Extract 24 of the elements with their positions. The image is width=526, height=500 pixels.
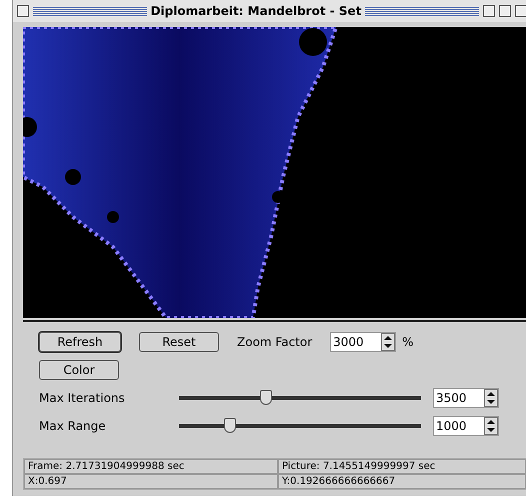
zoom-label: Zoom Factor (237, 335, 312, 349)
help-button[interactable] (483, 5, 495, 17)
zoom-spinbox[interactable]: 3000 (330, 332, 396, 352)
status-text: Y:0.192666666666667 (278, 474, 526, 489)
shade-button[interactable] (515, 5, 526, 17)
slider-label: Max Range (39, 419, 107, 433)
spin-arrows-icon[interactable] (381, 333, 396, 351)
value-spinbox[interactable]: 1000 (433, 416, 499, 436)
window-title: Diplomarbeit: Mandelbrot - Set (150, 4, 362, 18)
status-text: Picture: 7.1455149999997 sec (278, 459, 526, 474)
slider-thumb[interactable] (260, 390, 272, 405)
value-spinbox[interactable]: 3500 (433, 388, 499, 408)
slider-thumb[interactable] (224, 418, 236, 433)
refresh-button[interactable]: Refresh (39, 332, 121, 352)
reset-button[interactable]: Reset (139, 332, 219, 352)
unit-label: % (402, 335, 414, 349)
status-text: X:0.697 (24, 474, 278, 489)
slider-label: Max Iterations (39, 391, 126, 405)
spin-arrows-icon[interactable] (484, 389, 498, 407)
status-text: Frame: 2.71731904999988 sec (24, 459, 278, 474)
color-button[interactable]: Color (39, 360, 119, 380)
spin-arrows-icon[interactable] (484, 417, 498, 435)
minimize-button[interactable] (499, 5, 511, 17)
window-menu-button[interactable] (17, 5, 29, 17)
